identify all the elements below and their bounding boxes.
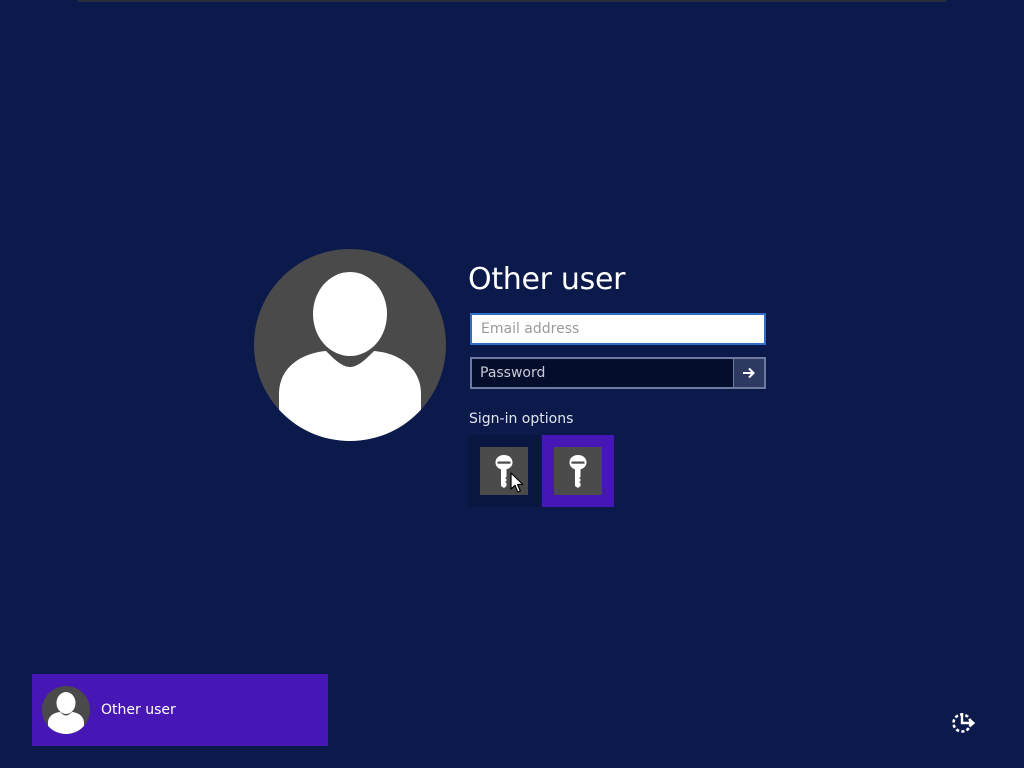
ease-of-access-icon <box>952 713 976 733</box>
password-input[interactable] <box>472 359 733 387</box>
user-icon <box>48 692 84 734</box>
submit-arrow-button[interactable] <box>733 359 764 387</box>
option-icon-tile <box>554 447 602 495</box>
top-edge-bar <box>78 0 946 2</box>
sign-in-option-pin[interactable] <box>542 435 614 507</box>
user-icon <box>279 272 421 441</box>
sign-in-options-label: Sign-in options <box>469 411 574 427</box>
page-title: Other user <box>468 262 626 297</box>
password-field-container <box>470 357 766 389</box>
avatar <box>42 686 90 734</box>
ease-of-access-button[interactable] <box>948 708 978 738</box>
arrow-right-icon <box>743 367 755 379</box>
option-icon-tile <box>480 447 528 495</box>
user-tile-name: Other user <box>101 702 176 718</box>
sign-in-option-password[interactable] <box>468 435 540 507</box>
key-icon <box>569 455 587 488</box>
email-input[interactable] <box>472 315 764 343</box>
user-tile-other-user[interactable]: Other user <box>32 674 328 746</box>
user-avatar-large <box>254 249 446 441</box>
key-icon <box>495 455 513 488</box>
email-field-container <box>470 313 766 345</box>
